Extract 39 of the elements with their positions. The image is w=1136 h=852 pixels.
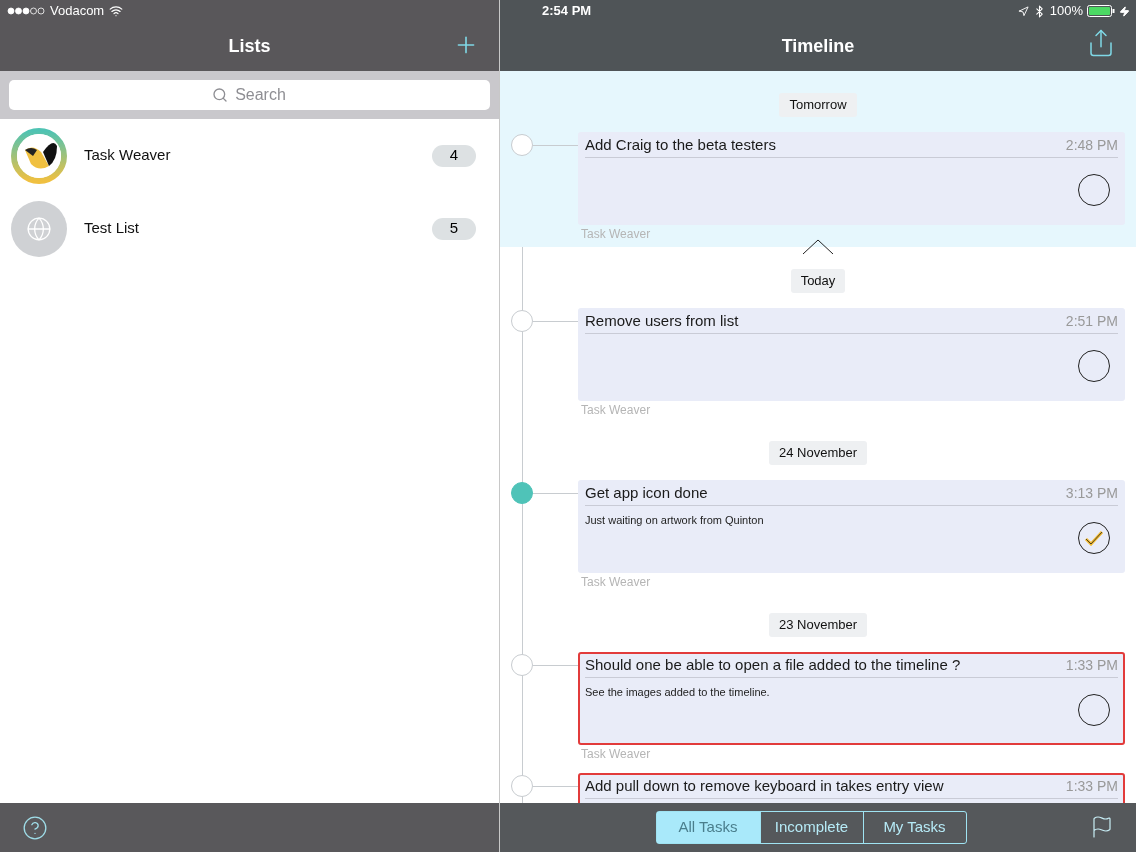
task-card[interactable]: Get app icon done 3:13 PM Just waiting on artwork from Quinton	[578, 480, 1125, 573]
list-name: Task Weaver	[84, 145, 172, 166]
list-count: 4	[432, 144, 476, 167]
task-title: Get app icon done	[585, 483, 708, 504]
list-name: Test List	[84, 218, 141, 239]
task-list-name: Task Weaver	[581, 226, 651, 243]
filter-tab[interactable]: Incomplete	[759, 812, 863, 843]
battery-percent: 100%	[1049, 2, 1083, 21]
task-list-name: Task Weaver	[581, 402, 651, 419]
task-card[interactable]: Remove users from list 2:51 PM	[578, 308, 1125, 401]
task-title: Should one be able to open a file added to the timeline ?	[585, 655, 961, 676]
task-list-name: Task Weaver	[581, 746, 651, 763]
task-title: Add pull down to remove keyboard in takes entry view	[585, 776, 944, 797]
list-count: 5	[432, 217, 476, 240]
list-row[interactable]: Task Weaver 4	[0, 119, 499, 192]
task-time: 2:48 PM	[1065, 136, 1118, 155]
task-time: 1:33 PM	[1065, 656, 1118, 675]
task-time: 3:13 PM	[1065, 484, 1118, 503]
task-list-name: Task Weaver	[581, 574, 651, 591]
date-label: Tomorrow	[779, 93, 857, 117]
task-card[interactable]: Should one be able to open a file added to the timeline ? 1:33 PM See the images added to the timeline.	[578, 652, 1125, 745]
task-card[interactable]: Add Craig to the beta testers 2:48 PM	[578, 132, 1125, 225]
date-label: 23 November	[768, 613, 867, 637]
task-note: See the images added to the timeline.	[585, 685, 770, 700]
task-time: 2:51 PM	[1065, 312, 1118, 331]
task-card[interactable]: Add pull down to remove keyboard in takes entry view 1:33 PM	[578, 773, 1125, 803]
search-field[interactable]: Search	[9, 80, 490, 110]
task-note: Just waiting on artwork from Quinton	[585, 513, 764, 528]
task-time: 1:33 PM	[1065, 777, 1118, 796]
task-title: Add Craig to the beta testers	[585, 135, 776, 156]
clock-time: 2:54 PM	[542, 2, 592, 21]
date-label: Today	[790, 269, 846, 293]
carrier-name: Vodacom	[50, 2, 105, 21]
task-title: Remove users from list	[585, 311, 739, 332]
list-row[interactable]: Test List 5	[0, 192, 499, 265]
date-label: 24 November	[768, 441, 867, 465]
lists-title: Lists	[228, 35, 271, 58]
timeline-title: Timeline	[781, 35, 855, 58]
filter-tab[interactable]: My Tasks	[862, 812, 966, 843]
